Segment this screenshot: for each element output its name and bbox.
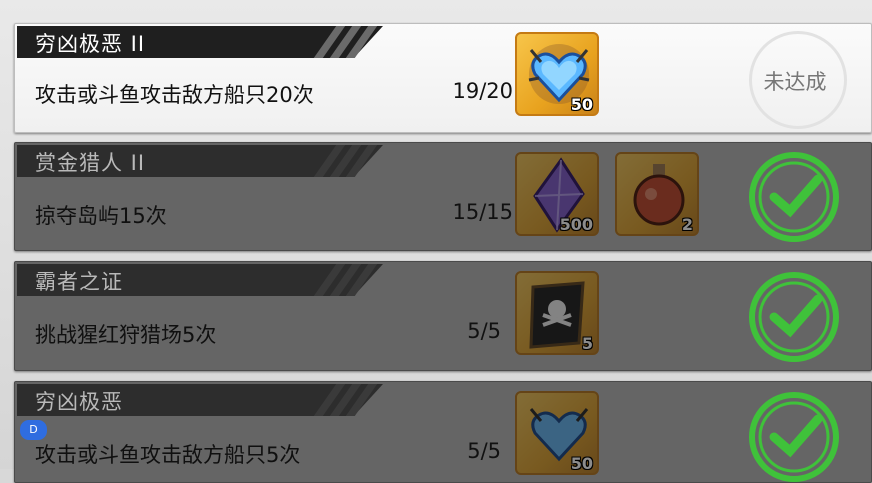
quest-progress: 5/5 xyxy=(467,439,501,463)
quest-progress: 15/15 xyxy=(452,200,513,224)
check-icon xyxy=(749,272,839,362)
quest-description: 攻击或斗鱼攻击敌方船只20次 xyxy=(35,83,314,107)
quest-card[interactable]: 霸者之证 挑战猩红狩猎场5次 5/5 5 xyxy=(14,261,872,371)
quest-card[interactable]: 穷凶极恶 II 攻击或斗鱼攻击敌方船只20次 19/20 50 未达成 xyxy=(14,23,872,133)
quest-description: 攻击或斗鱼攻击敌方船只5次 xyxy=(35,443,301,467)
check-icon xyxy=(749,152,839,242)
reward-item[interactable]: 50 xyxy=(515,32,599,116)
quest-title: 穷凶极恶 xyxy=(35,390,123,414)
reward-item[interactable]: 2 xyxy=(615,152,699,236)
quest-title: 霸者之证 xyxy=(35,270,123,294)
reward-count: 5 xyxy=(581,334,593,353)
title-stripes xyxy=(313,145,405,177)
overlay-badge[interactable]: D xyxy=(20,420,47,440)
quest-progress: 19/20 xyxy=(452,79,513,103)
title-stripes xyxy=(313,264,405,296)
quest-description: 掠夺岛屿15次 xyxy=(35,204,167,228)
quest-progress: 5/5 xyxy=(467,319,501,343)
reward-item[interactable]: 5 xyxy=(515,271,599,355)
reward-item[interactable]: 50 xyxy=(515,391,599,475)
title-stripes xyxy=(313,26,405,58)
reward-count: 2 xyxy=(681,215,693,234)
reward-count: 50 xyxy=(570,454,593,473)
quest-title: 穷凶极恶 II xyxy=(35,32,146,56)
quest-description: 挑战猩红狩猎场5次 xyxy=(35,323,217,347)
title-stripes xyxy=(313,384,405,416)
quest-card[interactable]: 赏金猎人 II 掠夺岛屿15次 15/15 500 2 xyxy=(14,142,872,251)
reward-count: 50 xyxy=(570,95,593,114)
check-icon xyxy=(749,392,839,482)
status-label: 未达成 xyxy=(763,70,827,94)
reward-item[interactable]: 500 xyxy=(515,152,599,236)
reward-count: 500 xyxy=(559,215,593,234)
quest-title: 赏金猎人 II xyxy=(35,151,146,175)
quest-card[interactable]: 穷凶极恶 攻击或斗鱼攻击敌方船只5次 5/5 50 xyxy=(14,381,872,483)
